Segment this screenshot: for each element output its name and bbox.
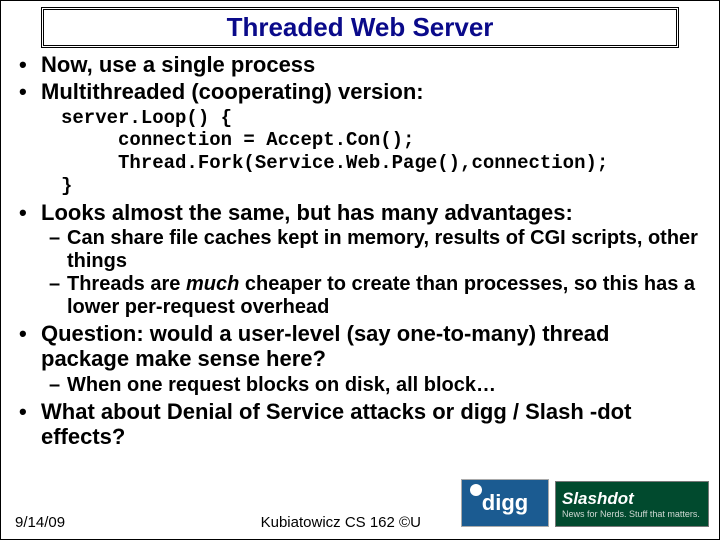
sub-marker: – <box>49 227 67 273</box>
digg-text: digg <box>482 490 528 516</box>
sub-marker: – <box>49 374 67 397</box>
bullet-item: • Question: would a user-level (say one-… <box>19 321 701 372</box>
sub-text-emph: much <box>186 273 239 295</box>
bullet-marker: • <box>19 399 41 450</box>
slashdot-tagline: News for Nerds. Stuff that matters. <box>562 509 708 519</box>
bullet-marker: • <box>19 200 41 225</box>
bullet-text: Question: would a user-level (say one-to… <box>41 321 701 372</box>
slashdot-title: Slashdot <box>562 489 708 509</box>
bullet-item: • Looks almost the same, but has many ad… <box>19 200 701 225</box>
bullet-marker: • <box>19 79 41 104</box>
footer-date: 9/14/09 <box>15 514 65 531</box>
logo-row: digg Slashdot News for Nerds. Stuff that… <box>461 479 709 527</box>
sub-bullet: – Threads are much cheaper to create tha… <box>49 273 701 319</box>
slide: Threaded Web Server • Now, use a single … <box>0 0 720 540</box>
sub-text-part: Threads are <box>67 273 186 295</box>
sub-bullet: – When one request blocks on disk, all b… <box>49 374 701 397</box>
bullet-text: Looks almost the same, but has many adva… <box>41 200 573 225</box>
bullet-marker: • <box>19 52 41 77</box>
sub-text: When one request blocks on disk, all blo… <box>67 374 496 397</box>
digg-icon <box>470 484 482 496</box>
bullet-text: Multithreaded (cooperating) version: <box>41 79 424 104</box>
sub-text: Threads are much cheaper to create than … <box>67 273 701 319</box>
bullet-text: What about Denial of Service attacks or … <box>41 399 701 450</box>
slide-title: Threaded Web Server <box>41 7 679 48</box>
footer-credit: Kubiatowicz CS 162 ©U <box>261 514 421 531</box>
bullet-item: • Now, use a single process <box>19 52 701 77</box>
bullet-item: • Multithreaded (cooperating) version: <box>19 79 701 104</box>
digg-logo: digg <box>461 479 549 527</box>
bullet-item: • What about Denial of Service attacks o… <box>19 399 701 450</box>
sub-text: Can share file caches kept in memory, re… <box>67 227 701 273</box>
code-block: server.Loop() { connection = Accept.Con(… <box>61 107 701 198</box>
slide-content: • Now, use a single process • Multithrea… <box>1 52 719 449</box>
sub-marker: – <box>49 273 67 319</box>
bullet-text: Now, use a single process <box>41 52 315 77</box>
slashdot-logo: Slashdot News for Nerds. Stuff that matt… <box>555 481 709 527</box>
sub-bullet: – Can share file caches kept in memory, … <box>49 227 701 273</box>
bullet-marker: • <box>19 321 41 372</box>
